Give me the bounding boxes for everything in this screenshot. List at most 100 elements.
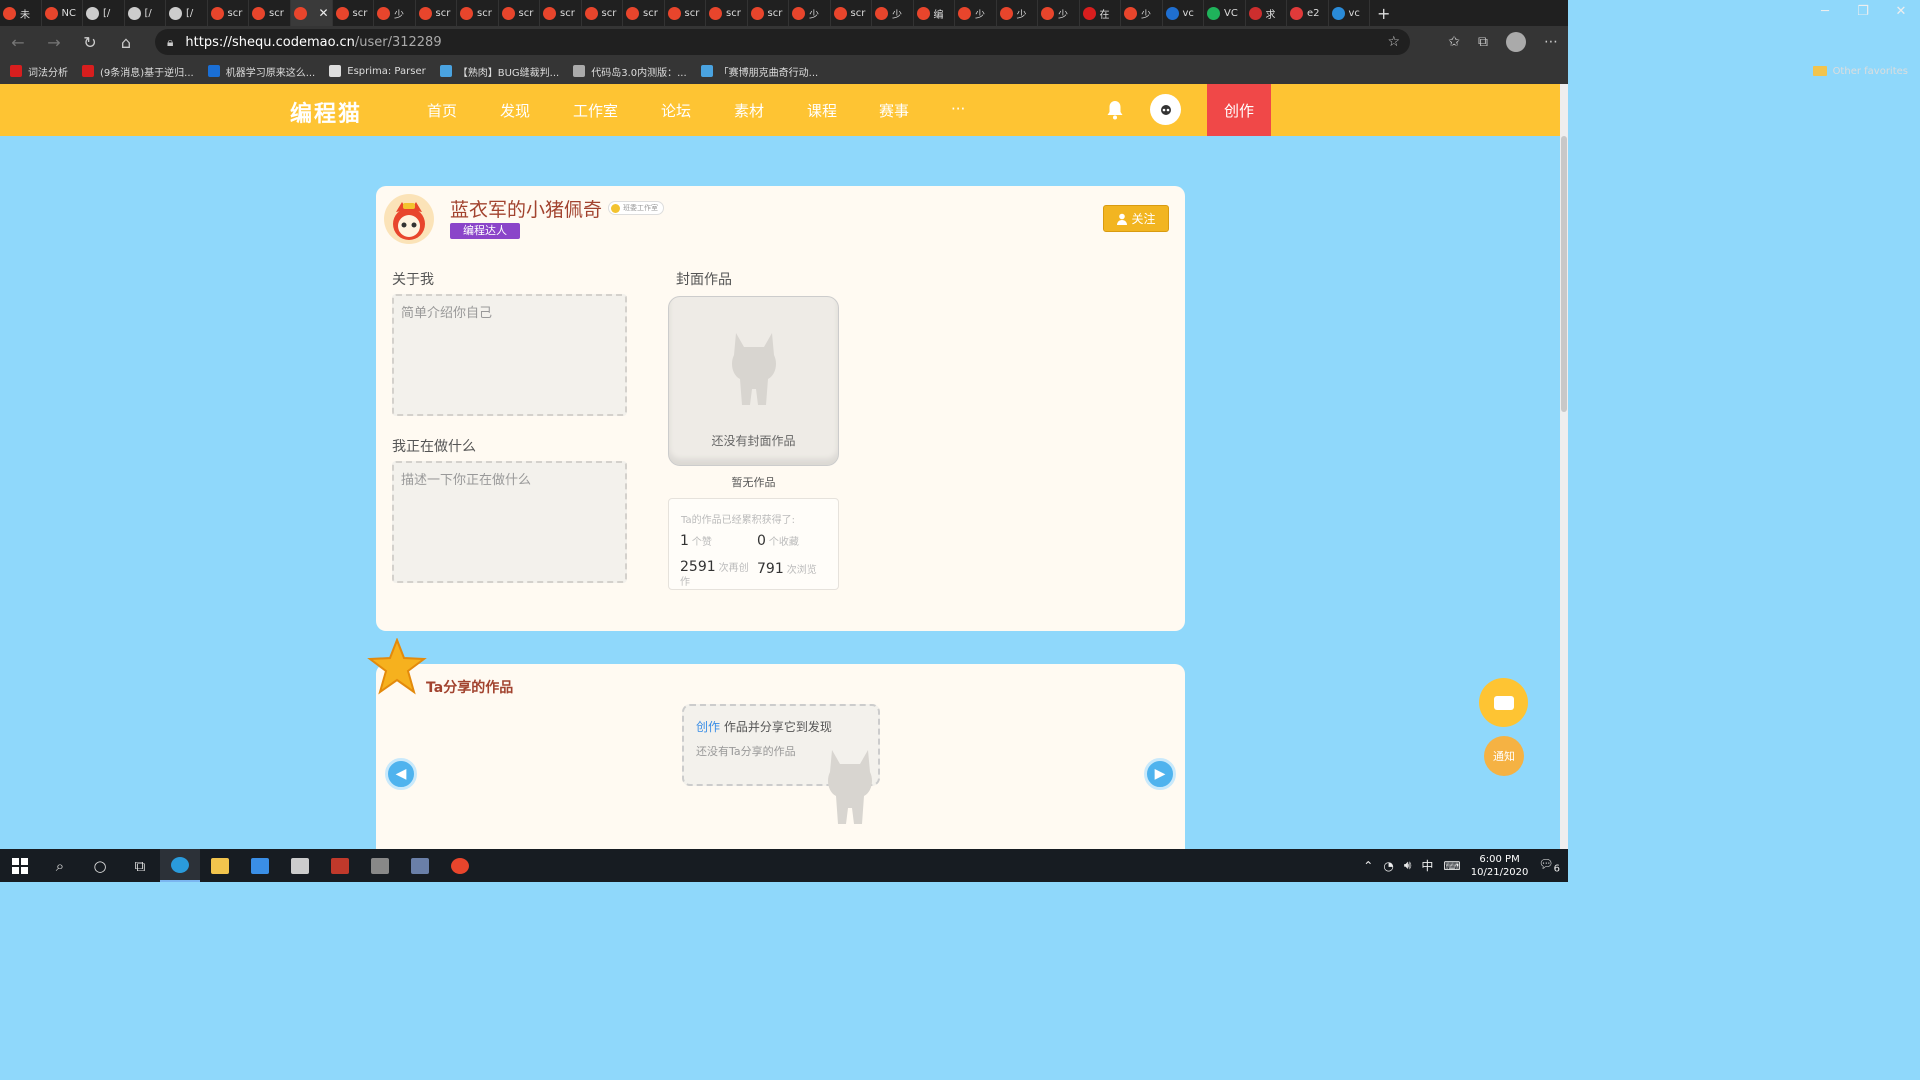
bookmark-item[interactable]: 【熟肉】BUG缝裁判... — [439, 64, 559, 79]
url-field[interactable]: 🔒︎ https://shequ.codemao.cn/user/312289 … — [155, 29, 1410, 55]
new-tab-button[interactable]: + — [1370, 4, 1397, 23]
nav-forum[interactable]: 论坛 — [661, 100, 691, 121]
bookmark-item[interactable]: (9条消息)基于逆归... — [82, 64, 194, 79]
browser-tab[interactable]: [/ — [166, 0, 208, 26]
browser-tab[interactable]: 编 — [914, 0, 955, 26]
minimize-icon[interactable]: ─ — [1806, 0, 1844, 26]
codemao-app-icon[interactable] — [440, 849, 480, 882]
browser-tab[interactable]: scr — [333, 0, 374, 26]
browser-tab[interactable]: [/ — [125, 0, 166, 26]
browser-tab[interactable]: e2 — [1287, 0, 1329, 26]
ime-indicator[interactable]: 中 — [1421, 857, 1433, 874]
network-icon[interactable]: ◔ — [1383, 859, 1393, 873]
browser-tab[interactable]: 少 — [1121, 0, 1163, 26]
doing-textarea[interactable]: 描述一下你正在做什么 — [392, 461, 627, 583]
refresh-icon[interactable]: ↻ — [72, 33, 108, 52]
restore-icon[interactable]: ❐ — [1844, 0, 1882, 26]
nav-courses[interactable]: 课程 — [807, 100, 837, 121]
task-view-icon[interactable]: ⧉ — [120, 849, 160, 882]
browser-tab[interactable]: scr — [582, 0, 623, 26]
browser-tab[interactable]: scr — [249, 0, 291, 26]
scrollbar-thumb[interactable] — [1561, 136, 1567, 412]
cortana-icon[interactable]: ○ — [80, 849, 120, 882]
bookmark-item[interactable]: Esprima: Parser — [329, 65, 426, 77]
store-icon[interactable] — [280, 849, 320, 882]
user-avatar[interactable] — [384, 194, 434, 244]
prev-arrow-icon[interactable]: ◀ — [385, 758, 417, 790]
create-button[interactable]: 创作 — [1207, 84, 1271, 136]
about-textarea[interactable]: 简单介绍你自己 — [392, 294, 627, 416]
chat-button[interactable] — [1479, 678, 1528, 727]
keyboard-icon[interactable]: ⌨ — [1443, 859, 1460, 873]
home-icon[interactable]: ⌂ — [108, 33, 144, 52]
notice-button[interactable]: 通知 — [1484, 736, 1524, 776]
mail-icon[interactable] — [240, 849, 280, 882]
start-icon[interactable] — [0, 849, 40, 882]
page-scrollbar[interactable] — [1560, 84, 1568, 849]
nav-home[interactable]: 首页 — [427, 100, 457, 121]
create-link[interactable]: 创作 — [696, 720, 720, 734]
browser-tab[interactable]: scr — [665, 0, 706, 26]
edge-icon[interactable] — [160, 849, 200, 882]
other-favorites[interactable]: Other favorites — [1812, 58, 1908, 84]
browser-tab[interactable]: 少 — [789, 0, 831, 26]
forward-icon[interactable]: → — [36, 33, 72, 52]
nav-materials[interactable]: 素材 — [734, 100, 764, 121]
next-arrow-icon[interactable]: ▶ — [1144, 758, 1176, 790]
close-window-icon[interactable]: ✕ — [1882, 0, 1920, 26]
browser-tab[interactable]: 少 — [374, 0, 416, 26]
browser-tab[interactable]: scr — [540, 0, 582, 26]
browser-tab[interactable]: scr — [457, 0, 499, 26]
browser-tab[interactable]: 少 — [1038, 0, 1080, 26]
browser-tab[interactable]: scr — [208, 0, 249, 26]
nav-studio[interactable]: 工作室 — [573, 100, 618, 121]
bell-icon[interactable] — [1106, 100, 1124, 120]
profile-avatar[interactable] — [1506, 32, 1526, 52]
browser-tab[interactable]: scr — [499, 0, 540, 26]
browser-tab[interactable]: vc — [1163, 0, 1204, 26]
browser-tab[interactable]: NC — [42, 0, 83, 26]
bookmark-item[interactable]: 代码岛3.0内测版：... — [573, 64, 687, 79]
file-explorer-icon[interactable] — [200, 849, 240, 882]
user-avatar-small[interactable] — [1150, 94, 1181, 125]
browser-tab[interactable]: scr — [748, 0, 789, 26]
browser-tab[interactable]: vc — [1329, 0, 1370, 26]
cover-work-box[interactable]: 还没有封面作品 — [668, 296, 839, 466]
nav-events[interactable]: 赛事 — [879, 100, 909, 121]
piano-app-icon[interactable] — [320, 849, 360, 882]
browser-tab[interactable]: scr — [831, 0, 872, 26]
browser-tab[interactable]: 少 — [997, 0, 1038, 26]
browser-tab[interactable]: [/ — [83, 0, 125, 26]
follow-button[interactable]: 关注 — [1103, 205, 1169, 232]
browser-tab[interactable]: 少 — [872, 0, 914, 26]
browser-tab[interactable]: scr — [416, 0, 457, 26]
site-logo[interactable]: 编程猫 — [290, 96, 362, 128]
search-icon[interactable]: ⌕ — [40, 849, 80, 882]
bookmark-item[interactable]: 「赛博朋克曲奇行动... — [700, 64, 818, 79]
favorite-star-icon[interactable]: ☆ — [1387, 34, 1400, 50]
browser-tab[interactable]: ✕ — [290, 0, 333, 26]
app-icon[interactable] — [360, 849, 400, 882]
studio-tag[interactable]: 班委工作室 — [608, 201, 664, 215]
browser-tab[interactable]: scr — [706, 0, 748, 26]
bookmark-item[interactable]: 词法分析 — [10, 64, 68, 79]
browser-tab[interactable]: scr — [623, 0, 665, 26]
collections-icon[interactable]: ⧉ — [1478, 34, 1488, 50]
browser-tab[interactable]: 求 — [1246, 0, 1287, 26]
notification-icon[interactable]: 💬︎6 — [1538, 857, 1560, 874]
nav-more[interactable]: ··· — [951, 100, 965, 118]
browser-tab[interactable]: 少 — [955, 0, 997, 26]
bookmark-item[interactable]: 机器学习原来这么... — [207, 64, 315, 79]
browser-tab[interactable]: 在 — [1080, 0, 1121, 26]
chevron-up-icon[interactable]: ⌃ — [1363, 859, 1373, 873]
close-tab-icon[interactable]: ✕ — [318, 6, 328, 20]
calculator-icon[interactable] — [400, 849, 440, 882]
volume-icon[interactable]: 🔊︎ — [1404, 858, 1412, 873]
nav-discover[interactable]: 发现 — [500, 100, 530, 121]
clock[interactable]: 6:00 PM 10/21/2020 — [1471, 853, 1529, 879]
back-icon[interactable]: ← — [0, 33, 36, 52]
favorites-icon[interactable]: ✩ — [1448, 34, 1460, 50]
browser-tab[interactable]: 未 — [0, 0, 42, 26]
more-menu-icon[interactable]: ⋯ — [1544, 34, 1558, 50]
browser-tab[interactable]: VC — [1204, 0, 1246, 26]
